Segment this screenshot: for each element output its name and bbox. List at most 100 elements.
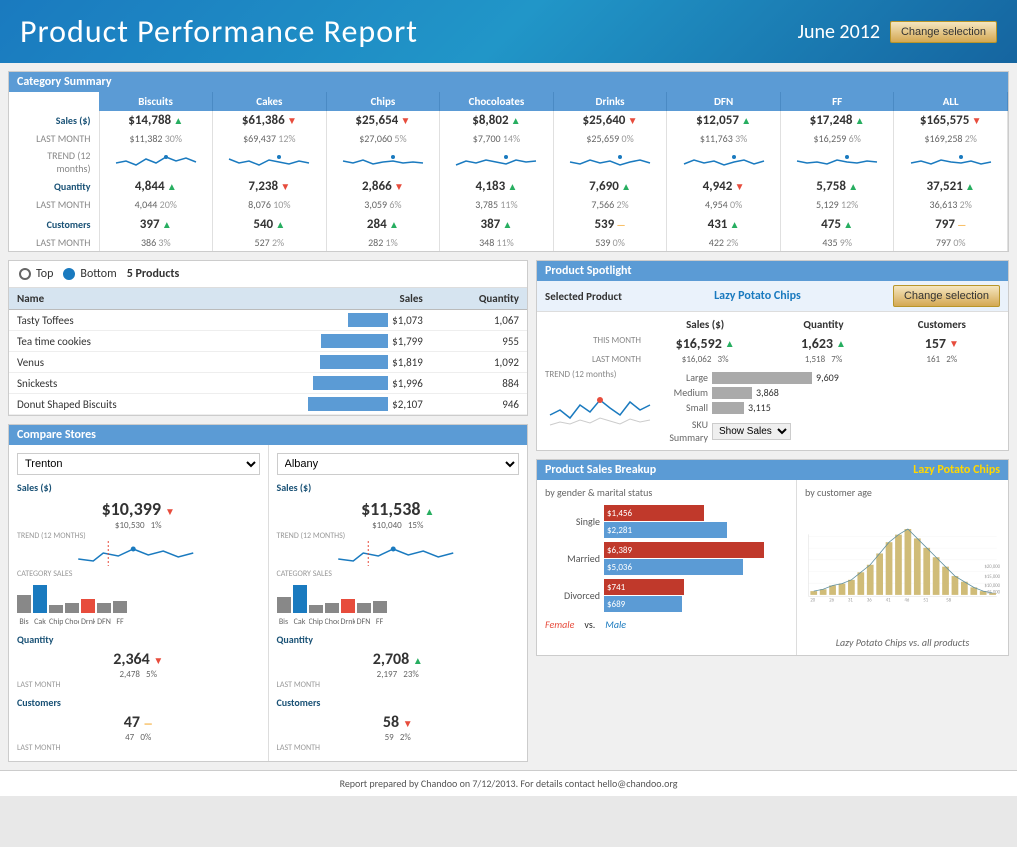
product-sales: $1,819 bbox=[207, 352, 431, 373]
store-sales-value: $10,399 ▼ bbox=[17, 498, 260, 520]
store-cust-value: 58 ▼ bbox=[277, 713, 520, 732]
sku-summary-dropdown[interactable]: Show Sales bbox=[712, 423, 791, 440]
trend-sparkline bbox=[213, 147, 327, 177]
spotlight-change-button[interactable]: Change selection bbox=[893, 285, 1000, 307]
table-cell: 797 — bbox=[894, 213, 1008, 234]
bar-label: FF bbox=[373, 617, 387, 627]
breakup-legend: Female vs. Male bbox=[545, 618, 788, 631]
left-column: Top Bottom 5 Products Name Sales Quantit… bbox=[8, 260, 528, 762]
spotlight-cust-val: 157 ▼ bbox=[884, 335, 1000, 352]
bottom-radio-group[interactable]: Bottom bbox=[63, 267, 116, 281]
bottom-label: Bottom bbox=[80, 267, 116, 281]
sales-bar bbox=[313, 376, 388, 390]
category-bar-chart bbox=[17, 583, 260, 613]
store-select[interactable]: Albany bbox=[277, 453, 520, 475]
store-category-label: CATEGORY SALES bbox=[17, 569, 260, 579]
table-cell: 4,044 20% bbox=[99, 196, 213, 213]
male-legend: Male bbox=[605, 618, 626, 631]
sku-label: Large bbox=[663, 371, 708, 384]
category-summary-section: Category Summary Biscuits Cakes Chips Ch… bbox=[8, 71, 1009, 252]
category-bar-chart bbox=[277, 583, 520, 613]
female-bar: $741 bbox=[604, 579, 684, 595]
spotlight-qty-sub: 1,518 7% bbox=[765, 354, 881, 365]
footer-text: Report prepared by Chandoo on 7/12/2013.… bbox=[340, 777, 678, 790]
product-spotlight-section: Product Spotlight Selected Product Lazy … bbox=[536, 260, 1009, 451]
sku-section: Large 9,609 Medium 3,868 Small 3,115 SKU… bbox=[663, 369, 1000, 444]
bar-labels: BisCakChipChocDrnkDFNFF bbox=[17, 617, 260, 627]
product-name: Donut Shaped Biscuits bbox=[9, 394, 207, 415]
store-sales-label: Sales ($) bbox=[17, 481, 260, 494]
products-header: Top Bottom 5 Products bbox=[9, 261, 527, 288]
last-month-label: LAST MONTH bbox=[545, 354, 645, 365]
table-cell: $8,802 ▲ bbox=[440, 111, 554, 130]
top-radio-group[interactable]: Top bbox=[19, 267, 53, 281]
table-cell: $25,654 ▼ bbox=[326, 111, 440, 130]
product-name: Tasty Toffees bbox=[9, 310, 207, 331]
female-bar: $6,389 bbox=[604, 542, 764, 558]
spotlight-sales-val: $16,592 ▲ bbox=[647, 335, 763, 352]
sku-value: 3,868 bbox=[756, 386, 779, 399]
top-label: Top bbox=[36, 267, 53, 281]
table-cell: 386 3% bbox=[99, 234, 213, 251]
change-selection-button[interactable]: Change selection bbox=[890, 21, 997, 43]
svg-text:$20,000: $20,000 bbox=[985, 565, 1000, 570]
products-section: Top Bottom 5 Products Name Sales Quantit… bbox=[8, 260, 528, 416]
trend-sparkline bbox=[780, 147, 894, 177]
breakup-product-name: Lazy Potato Chips bbox=[913, 463, 1000, 477]
breakup-inner: by gender & marital status Single $1,456… bbox=[537, 480, 1008, 655]
breakup-subtitle-left: by gender & marital status bbox=[545, 486, 788, 499]
table-row: Tea time cookies $1,799 955 bbox=[9, 331, 527, 352]
svg-text:20: 20 bbox=[810, 599, 815, 604]
svg-text:1,000: 1,000 bbox=[805, 571, 806, 576]
spotlight-cust-header: Customers bbox=[884, 316, 1000, 333]
col-chocoloates: Chocoloates bbox=[440, 92, 554, 111]
sku-row: Medium 3,868 bbox=[663, 386, 1000, 399]
sku-row: Large 9,609 bbox=[663, 371, 1000, 384]
female-legend: Female bbox=[545, 618, 574, 631]
table-cell: 397 ▲ bbox=[99, 213, 213, 234]
table-row: Donut Shaped Biscuits $2,107 946 bbox=[9, 394, 527, 415]
sku-row: Small 3,115 bbox=[663, 401, 1000, 414]
store-select[interactable]: Trenton bbox=[17, 453, 260, 475]
age-note: Lazy Potato Chips vs. all products bbox=[805, 636, 1000, 649]
spotlight-cust-sub: 161 2% bbox=[884, 354, 1000, 365]
store-sales-sub: $10,530 1% bbox=[17, 520, 260, 531]
sales-bar bbox=[321, 334, 388, 348]
category-bar bbox=[17, 595, 31, 613]
bar-label: Cak bbox=[293, 617, 307, 627]
category-bar bbox=[65, 603, 79, 613]
store-trend-chart bbox=[17, 541, 260, 566]
prod-col-name: Name bbox=[9, 288, 207, 310]
spotlight-trend-chart bbox=[545, 380, 655, 435]
table-cell: $25,640 ▼ bbox=[553, 111, 667, 130]
table-cell: 7,566 2% bbox=[553, 196, 667, 213]
table-cell: 284 ▲ bbox=[326, 213, 440, 234]
bar-label: Choc bbox=[65, 617, 79, 627]
product-sales: $2,107 bbox=[207, 394, 431, 415]
table-cell: 37,521 ▲ bbox=[894, 177, 1008, 196]
trend-sparkline bbox=[553, 147, 667, 177]
store-qty-sublabel: LAST MONTH bbox=[277, 680, 520, 690]
store-cust-value: 47 — bbox=[17, 713, 260, 732]
table-cell: 435 9% bbox=[780, 234, 894, 251]
bottom-radio[interactable] bbox=[63, 268, 75, 280]
breakup-bars: $6,389 $5,036 bbox=[604, 542, 764, 575]
table-row: Tasty Toffees $1,073 1,067 bbox=[9, 310, 527, 331]
sku-summary-row: SKU Summary Show Sales bbox=[663, 418, 1000, 444]
sales-bar bbox=[308, 397, 388, 411]
category-bar bbox=[325, 603, 339, 613]
sales-value: $1,799 bbox=[392, 335, 423, 348]
store-qty-sub: 2,197 23% bbox=[277, 669, 520, 680]
svg-text:36: 36 bbox=[867, 599, 872, 604]
prod-col-qty: Quantity bbox=[431, 288, 527, 310]
prod-col-sales: Sales bbox=[207, 288, 431, 310]
breakup-category-label: Married bbox=[545, 552, 600, 565]
top-radio[interactable] bbox=[19, 268, 31, 280]
store-sales-sub: $10,040 15% bbox=[277, 520, 520, 531]
spotlight-subheader: Selected Product Lazy Potato Chips Chang… bbox=[537, 281, 1008, 312]
table-cell: 2,866 ▼ bbox=[326, 177, 440, 196]
svg-text:2,500: 2,500 bbox=[805, 535, 806, 540]
table-row: Venus $1,819 1,092 bbox=[9, 352, 527, 373]
spotlight-sales-sub: $16,062 3% bbox=[647, 354, 763, 365]
table-cell: $7,700 14% bbox=[440, 130, 554, 147]
